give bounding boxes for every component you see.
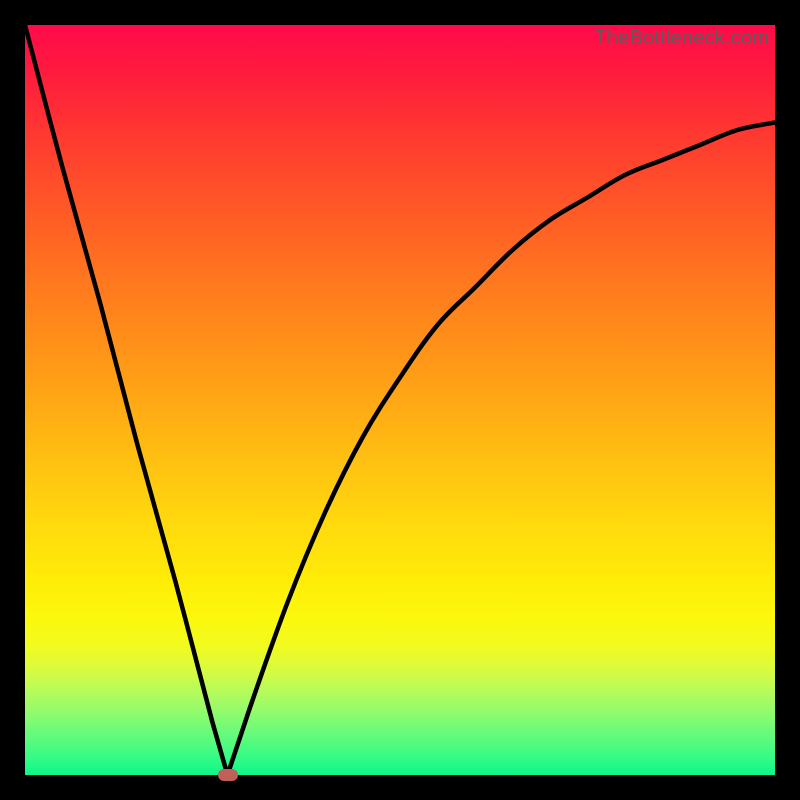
bottleneck-curve	[25, 25, 775, 775]
plot-area: TheBottleneck.com	[25, 25, 775, 775]
chart-frame: TheBottleneck.com	[0, 0, 800, 800]
curve-path	[25, 25, 775, 775]
optimum-marker	[218, 769, 238, 781]
